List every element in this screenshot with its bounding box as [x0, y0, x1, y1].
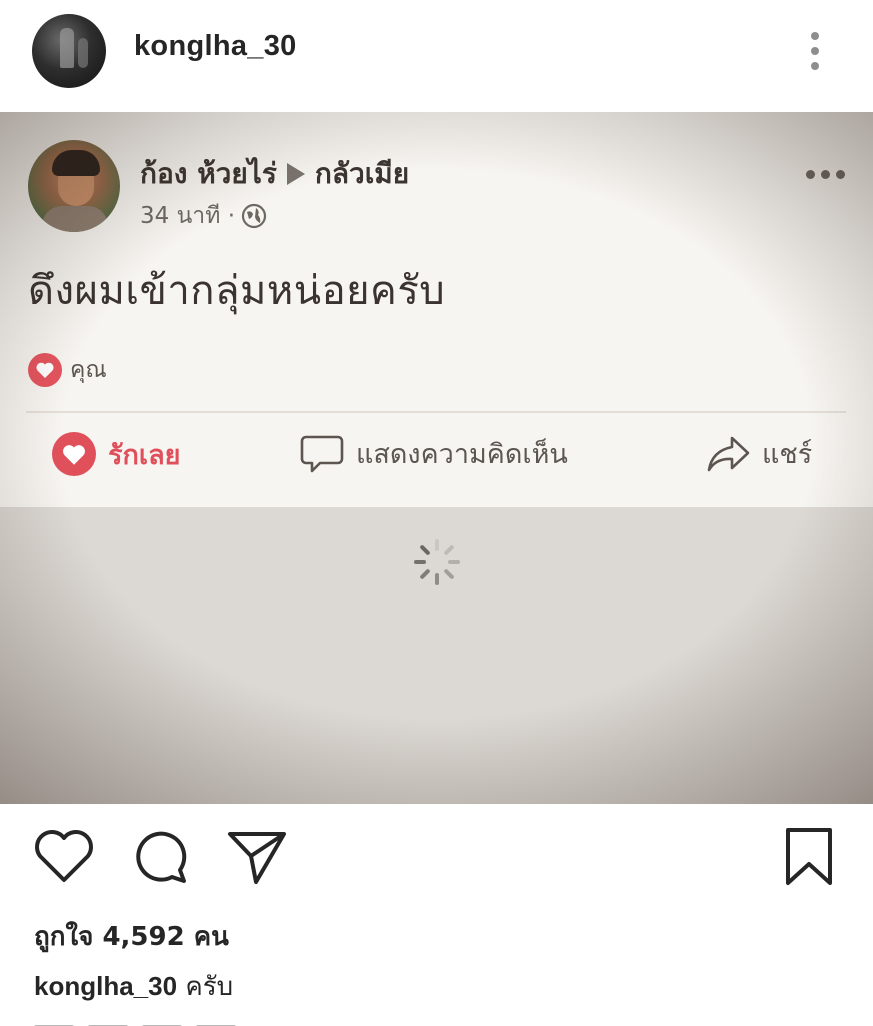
likes-count[interactable]: ถูกใจ 4,592 คน	[34, 916, 229, 957]
right-arrow-icon	[286, 163, 305, 185]
post-image[interactable]: ก้อง ห้วยไร่ กลัวเมีย 34 นาที · ดึงผมเข้…	[0, 112, 873, 804]
more-vertical-icon[interactable]	[800, 28, 830, 74]
send-icon[interactable]	[226, 826, 288, 886]
fb-author-avatar	[28, 140, 120, 232]
fb-post-time: 34 นาที ·	[140, 198, 267, 234]
fb-reaction-text: คุณ	[70, 357, 107, 383]
post-username[interactable]: konglha_30	[134, 30, 297, 63]
fb-comment-action: แสดงความคิดเห็น	[300, 432, 568, 475]
fb-post-card: ก้อง ห้วยไร่ กลัวเมีย 34 นาที · ดึงผมเข้…	[0, 112, 873, 507]
bookmark-icon[interactable]	[784, 826, 834, 888]
profile-avatar[interactable]	[32, 14, 106, 88]
fb-group-name: กลัวเมีย	[314, 157, 410, 190]
fb-love-action: รักเลย	[52, 432, 180, 476]
fb-share-action: แชร์	[706, 432, 812, 475]
fb-author-name: ก้อง ห้วยไร่	[140, 157, 277, 190]
comment-bubble-icon	[300, 435, 344, 472]
fb-share-label: แชร์	[762, 439, 813, 470]
fb-more-icon	[806, 166, 846, 182]
fb-author-line: ก้อง ห้วยไร่ กลัวเมีย	[140, 152, 409, 196]
comment-icon[interactable]	[130, 826, 190, 886]
heart-reaction-icon	[28, 353, 62, 387]
caption-username[interactable]: konglha_30	[34, 971, 177, 1001]
fb-time-text: 34 นาที ·	[140, 203, 235, 229]
fb-reaction-summary: คุณ	[28, 352, 107, 388]
heart-outline-icon[interactable]	[32, 826, 96, 884]
fb-post-message: ดึงผมเข้ากลุ่มหน่อยครับ	[28, 268, 446, 314]
cut-off-comment-line	[34, 1014, 294, 1026]
globe-icon	[241, 203, 267, 229]
caption-text: ครับ	[185, 972, 234, 1002]
heart-icon	[52, 432, 96, 476]
fb-divider	[26, 411, 846, 413]
fb-comment-label: แสดงความคิดเห็น	[356, 439, 568, 470]
post-header: konglha_30	[0, 0, 873, 112]
caption: konglha_30 ครับ	[34, 966, 233, 1007]
share-arrow-icon	[707, 436, 750, 471]
fb-love-label: รักเลย	[108, 439, 181, 471]
fb-action-bar: รักเลย แสดงความคิดเห็น แชร์	[0, 432, 873, 492]
loading-spinner-icon	[414, 539, 460, 585]
